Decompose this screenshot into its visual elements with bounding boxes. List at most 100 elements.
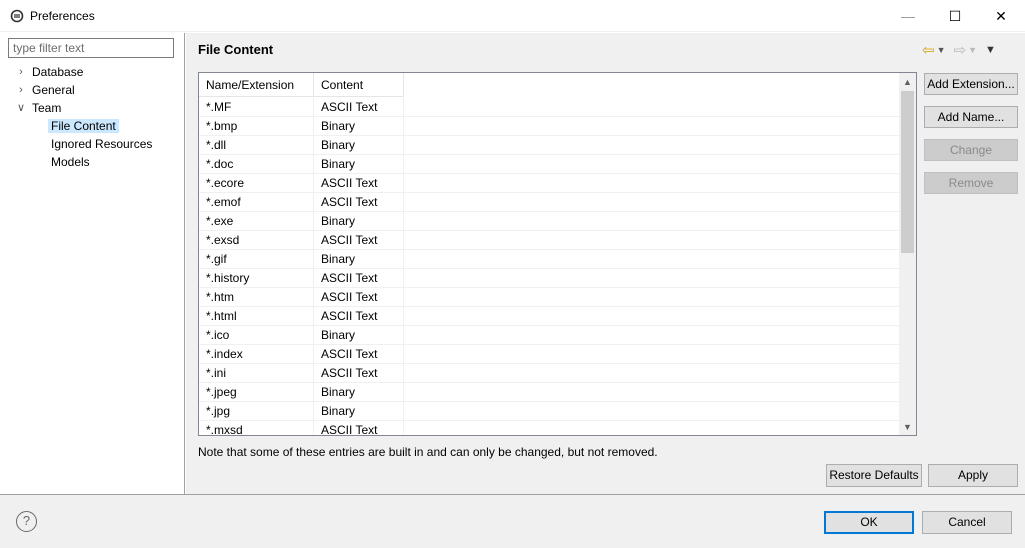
back-arrow-icon[interactable]: ⇦ bbox=[922, 41, 935, 59]
preferences-tree-pane: › Database › General ∨ Team File Content… bbox=[0, 33, 185, 494]
tree-item-ignored-resources[interactable]: Ignored Resources bbox=[51, 135, 152, 153]
restore-defaults-button[interactable]: Restore Defaults bbox=[826, 464, 922, 487]
window-title: Preferences bbox=[30, 9, 95, 23]
table-row[interactable]: *.ecore ASCII Text bbox=[199, 174, 899, 193]
forward-arrow-icon[interactable]: ⇨ bbox=[954, 41, 967, 59]
tree-item-label: Ignored Resources bbox=[51, 137, 153, 151]
table-row[interactable]: *.doc Binary bbox=[199, 155, 899, 174]
table-row[interactable]: *.ini ASCII Text bbox=[199, 364, 899, 383]
add-name-button[interactable]: Add Name... bbox=[924, 106, 1018, 128]
cell-content-type: Binary bbox=[314, 383, 404, 401]
table-row[interactable]: *.emof ASCII Text bbox=[199, 193, 899, 212]
cell-name-extension: *.jpeg bbox=[199, 383, 314, 401]
cell-name-extension: *.exe bbox=[199, 212, 314, 230]
ok-button[interactable]: OK bbox=[824, 511, 914, 534]
scroll-up-icon[interactable]: ▲ bbox=[899, 73, 916, 90]
page-title: File Content bbox=[198, 42, 274, 57]
table-body: *.MF ASCII Text *.bmp Binary *.dll Binary *.do… bbox=[199, 98, 899, 435]
cell-name-extension: *.jpg bbox=[199, 402, 314, 420]
cell-content-type: ASCII Text bbox=[314, 364, 404, 382]
cell-name-extension: *.htm bbox=[199, 288, 314, 306]
table-row[interactable]: *.history ASCII Text bbox=[199, 269, 899, 288]
filter-input[interactable] bbox=[8, 38, 174, 58]
table-row[interactable]: *.exsd ASCII Text bbox=[199, 231, 899, 250]
cell-content-type: Binary bbox=[314, 117, 404, 135]
table-header: Name/Extension Content bbox=[199, 73, 404, 97]
chevron-right-icon[interactable]: › bbox=[15, 63, 27, 81]
cell-name-extension: *.history bbox=[199, 269, 314, 287]
cell-content-type: Binary bbox=[314, 250, 404, 268]
title-bar: Preferences — ☐ ✕ bbox=[0, 0, 1025, 32]
tree-item-label: Models bbox=[51, 155, 90, 169]
vertical-scrollbar[interactable]: ▲ ▼ bbox=[899, 73, 916, 435]
navigation-toolbar: ⇦ ▼ ⇨ ▼ ▼ bbox=[922, 41, 996, 59]
tree-item-label: General bbox=[32, 83, 75, 97]
table-row[interactable]: *.htm ASCII Text bbox=[199, 288, 899, 307]
cell-name-extension: *.MF bbox=[199, 98, 314, 116]
cell-content-type: ASCII Text bbox=[314, 288, 404, 306]
cell-name-extension: *.gif bbox=[199, 250, 314, 268]
help-icon[interactable]: ? bbox=[16, 511, 37, 532]
table-row[interactable]: *.bmp Binary bbox=[199, 117, 899, 136]
cell-name-extension: *.emof bbox=[199, 193, 314, 211]
tree-item-file-content[interactable]: File Content bbox=[48, 117, 119, 135]
tree-item-label: File Content bbox=[48, 119, 119, 133]
cell-name-extension: *.html bbox=[199, 307, 314, 325]
scroll-down-icon[interactable]: ▼ bbox=[899, 418, 916, 435]
view-menu-icon[interactable]: ▼ bbox=[985, 44, 996, 56]
cell-content-type: ASCII Text bbox=[314, 174, 404, 192]
cell-content-type: Binary bbox=[314, 136, 404, 154]
cell-name-extension: *.bmp bbox=[199, 117, 314, 135]
table-row[interactable]: *.jpeg Binary bbox=[199, 383, 899, 402]
chevron-down-icon[interactable]: ∨ bbox=[15, 99, 27, 117]
change-button[interactable]: Change bbox=[924, 139, 1018, 161]
cell-name-extension: *.mxsd bbox=[199, 421, 314, 435]
cell-content-type: Binary bbox=[314, 212, 404, 230]
cell-name-extension: *.exsd bbox=[199, 231, 314, 249]
dialog-footer: ? OK Cancel bbox=[0, 494, 1025, 548]
page-content: Name/Extension Content *.MF ASCII Text *.b… bbox=[186, 65, 1025, 494]
close-icon[interactable]: ✕ bbox=[978, 0, 1024, 32]
page-header: File Content ⇦ ▼ ⇨ ▼ ▼ bbox=[186, 33, 1025, 65]
remove-button[interactable]: Remove bbox=[924, 172, 1018, 194]
chevron-right-icon[interactable]: › bbox=[15, 81, 27, 99]
table-row[interactable]: *.jpg Binary bbox=[199, 402, 899, 421]
cell-name-extension: *.index bbox=[199, 345, 314, 363]
maximize-icon[interactable]: ☐ bbox=[932, 0, 978, 32]
cell-name-extension: *.dll bbox=[199, 136, 314, 154]
column-header-name[interactable]: Name/Extension bbox=[199, 73, 314, 97]
apply-button[interactable]: Apply bbox=[928, 464, 1018, 487]
tree-item-database[interactable]: › Database bbox=[19, 63, 84, 81]
cell-content-type: ASCII Text bbox=[314, 193, 404, 211]
note-text: Note that some of these entries are buil… bbox=[198, 445, 658, 459]
table-row[interactable]: *.html ASCII Text bbox=[199, 307, 899, 326]
tree-item-general[interactable]: › General bbox=[19, 81, 75, 99]
column-header-content[interactable]: Content bbox=[314, 73, 404, 97]
cell-content-type: Binary bbox=[314, 402, 404, 420]
cell-content-type: Binary bbox=[314, 326, 404, 344]
file-content-table[interactable]: Name/Extension Content *.MF ASCII Text *.b… bbox=[198, 72, 917, 436]
cell-content-type: ASCII Text bbox=[314, 421, 404, 435]
table-row[interactable]: *.gif Binary bbox=[199, 250, 899, 269]
cell-content-type: ASCII Text bbox=[314, 269, 404, 287]
table-row[interactable]: *.ico Binary bbox=[199, 326, 899, 345]
table-row[interactable]: *.exe Binary bbox=[199, 212, 899, 231]
cell-content-type: ASCII Text bbox=[314, 307, 404, 325]
tree-item-team[interactable]: ∨ Team bbox=[17, 99, 61, 117]
cell-content-type: ASCII Text bbox=[314, 231, 404, 249]
forward-dropdown-icon[interactable]: ▼ bbox=[968, 45, 977, 55]
minimize-icon[interactable]: — bbox=[885, 0, 931, 32]
scrollbar-thumb[interactable] bbox=[901, 91, 914, 253]
tree-item-models[interactable]: Models bbox=[51, 153, 90, 171]
table-row[interactable]: *.MF ASCII Text bbox=[199, 98, 899, 117]
back-dropdown-icon[interactable]: ▼ bbox=[937, 45, 946, 55]
table-row[interactable]: *.mxsd ASCII Text bbox=[199, 421, 899, 435]
tree-item-label: Database bbox=[32, 65, 84, 79]
cell-content-type: ASCII Text bbox=[314, 345, 404, 363]
table-row[interactable]: *.dll Binary bbox=[199, 136, 899, 155]
cancel-button[interactable]: Cancel bbox=[922, 511, 1012, 534]
cell-content-type: Binary bbox=[314, 155, 404, 173]
add-extension-button[interactable]: Add Extension... bbox=[924, 73, 1018, 95]
eclipse-app-icon bbox=[10, 9, 24, 23]
table-row[interactable]: *.index ASCII Text bbox=[199, 345, 899, 364]
